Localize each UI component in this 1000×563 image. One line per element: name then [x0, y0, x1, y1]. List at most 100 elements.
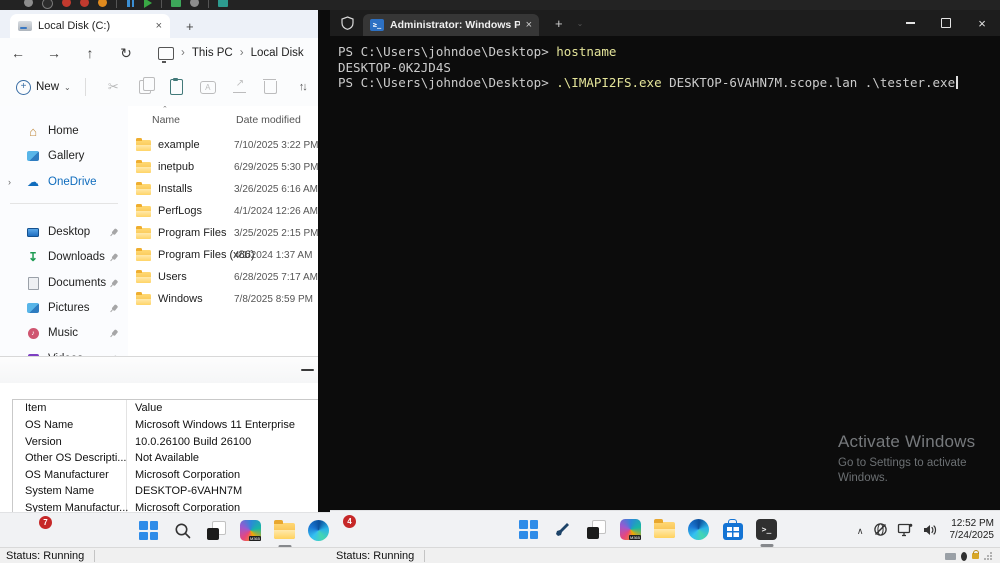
drive-icon — [18, 21, 32, 31]
column-header-date-modified[interactable]: Date modified — [236, 114, 301, 126]
tab-dropdown-icon[interactable] — [577, 18, 584, 28]
table-row[interactable]: Version 10.0.26100 Build 26100 — [13, 434, 330, 451]
vm-suspend-icon[interactable] — [98, 0, 107, 7]
vm-status-bar-left: Status: Running — [0, 547, 330, 563]
file-row[interactable]: Users 6/28/2025 7:17 AM — [128, 268, 318, 288]
sidebar-item-label: Desktop — [48, 226, 91, 238]
vm-pause-icon[interactable] — [126, 0, 135, 7]
delete-icon[interactable] — [255, 78, 287, 94]
ethernet-icon[interactable] — [897, 523, 913, 537]
column-header-name[interactable]: Name — [152, 114, 180, 126]
powershell-titlebar[interactable]: Administrator: Windows Pow — [330, 10, 1000, 36]
onedrive-icon — [26, 176, 40, 188]
vm-snapshot-icon[interactable] — [171, 0, 181, 7]
new-tab-icon[interactable] — [186, 20, 194, 33]
file-row[interactable]: PerfLogs 4/1/2024 12:26 AM — [128, 202, 318, 222]
vm-revert-icon[interactable] — [190, 0, 199, 7]
breadcrumb-local-disk[interactable]: Local Disk — [251, 47, 304, 59]
refresh-icon[interactable] — [108, 45, 144, 62]
tab-close-icon[interactable] — [156, 21, 162, 32]
vm-shutdown-icon[interactable] — [80, 0, 89, 7]
pin-icon — [107, 302, 120, 315]
expand-chevron-icon[interactable] — [8, 177, 11, 187]
sidebar-item-home[interactable]: Home — [0, 120, 124, 142]
paste-icon[interactable] — [161, 77, 193, 95]
file-row[interactable]: Windows 7/8/2025 8:59 PM — [128, 290, 318, 310]
terminal-line: PS C:\Users\johndoe\Desktop> hostname — [338, 44, 616, 59]
sidebar-item-documents[interactable]: Documents — [0, 272, 124, 294]
microsoft-store-icon[interactable] — [722, 517, 743, 543]
explorer-tab-local-disk[interactable]: Local Disk (C:) — [10, 14, 170, 38]
vm-console-icon[interactable] — [218, 0, 228, 7]
search-icon[interactable] — [172, 518, 193, 544]
item-cell: OS Name — [25, 419, 74, 431]
watermark-subtitle: Go to Settings to activate Windows. — [838, 456, 975, 486]
file-explorer-icon[interactable] — [654, 517, 675, 543]
edge-icon[interactable] — [688, 517, 709, 543]
up-icon[interactable] — [72, 45, 108, 61]
file-explorer-icon[interactable] — [274, 518, 295, 544]
sidebar-item-pictures[interactable]: Pictures — [0, 297, 124, 319]
start-button[interactable] — [138, 518, 159, 544]
forward-icon[interactable] — [36, 45, 72, 61]
mouse-icon[interactable] — [961, 551, 967, 561]
table-row[interactable]: OS Manufacturer Microsoft Corporation — [13, 467, 330, 484]
file-row[interactable]: Program Files 3/25/2025 2:15 PM — [128, 224, 318, 244]
volume-icon[interactable] — [922, 523, 938, 537]
taskbar-clock[interactable]: 12:52 PM 7/24/2025 — [950, 518, 995, 541]
back-icon[interactable] — [0, 45, 36, 61]
edge-icon[interactable] — [308, 518, 329, 544]
start-button[interactable] — [518, 517, 539, 543]
table-row[interactable]: OS Name Microsoft Windows 11 Enterprise — [13, 417, 330, 434]
sidebar-item-music[interactable]: Music — [0, 322, 124, 344]
new-tab-icon[interactable] — [555, 16, 563, 31]
minimize-button[interactable] — [892, 10, 928, 36]
file-row[interactable]: inetpub 6/29/2025 5:30 PM — [128, 158, 318, 178]
rename-icon[interactable] — [192, 80, 224, 94]
maximize-button[interactable] — [928, 10, 964, 36]
copy-icon[interactable] — [129, 77, 161, 94]
lock-icon[interactable] — [972, 549, 979, 559]
sidebar-item-desktop[interactable]: Desktop — [0, 221, 124, 243]
share-icon[interactable] — [224, 78, 256, 93]
vm-device-icons — [945, 549, 992, 561]
sidebar-item-onedrive[interactable]: OneDrive — [0, 171, 124, 193]
pin-icon — [107, 251, 120, 264]
keyboard-icon[interactable] — [945, 552, 956, 560]
table-row[interactable]: Other OS Descripti... Not Available — [13, 450, 330, 467]
breadcrumb-this-pc[interactable]: This PC — [192, 47, 233, 59]
cut-icon[interactable] — [98, 79, 130, 95]
file-row[interactable]: Installs 3/26/2025 6:16 AM — [128, 180, 318, 200]
minimize-icon[interactable] — [301, 369, 314, 371]
m365-copilot-icon[interactable] — [240, 518, 261, 544]
powershell-tab[interactable]: Administrator: Windows Pow — [363, 14, 539, 36]
breadcrumb[interactable]: This PC Local Disk — [158, 46, 304, 63]
file-row[interactable]: example 7/10/2025 3:22 PM — [128, 136, 318, 156]
vm-stop-icon[interactable] — [42, 0, 53, 9]
no-internet-icon[interactable] — [873, 522, 888, 537]
sidebar-item-gallery[interactable]: Gallery — [0, 145, 124, 167]
resize-grip-icon[interactable] — [984, 552, 992, 560]
tab-close-icon[interactable] — [526, 19, 532, 31]
close-button[interactable] — [964, 10, 1000, 36]
sort-icon[interactable] — [287, 81, 318, 93]
tool-icon[interactable] — [552, 517, 573, 543]
tray-chevron-icon[interactable] — [857, 521, 864, 539]
sidebar-item-downloads[interactable]: Downloads — [0, 246, 124, 268]
file-name: Users — [158, 271, 187, 283]
item-cell: Other OS Descripti... — [25, 452, 127, 464]
vm-record-icon[interactable] — [62, 0, 71, 7]
task-view-icon[interactable] — [206, 518, 227, 544]
file-list: Name Date modified example 7/10/2025 3:2… — [128, 106, 318, 356]
file-row[interactable]: Program Files (x86) 4/1/2024 1:37 AM — [128, 246, 318, 266]
vm-play-icon[interactable] — [144, 0, 152, 8]
new-button[interactable]: New — [16, 79, 71, 95]
table-row[interactable]: System Name DESKTOP-6VAHN7M — [13, 483, 330, 500]
terminal-icon[interactable] — [756, 517, 777, 543]
sidebar-item-videos[interactable]: Videos — [0, 348, 124, 356]
table-row[interactable]: System Manufactur... Microsoft Corporati… — [13, 500, 330, 514]
task-view-icon[interactable] — [586, 517, 607, 543]
m365-copilot-icon[interactable] — [620, 517, 641, 543]
system-info-titlebar[interactable] — [0, 357, 330, 383]
vm-power-icon[interactable] — [24, 0, 33, 7]
